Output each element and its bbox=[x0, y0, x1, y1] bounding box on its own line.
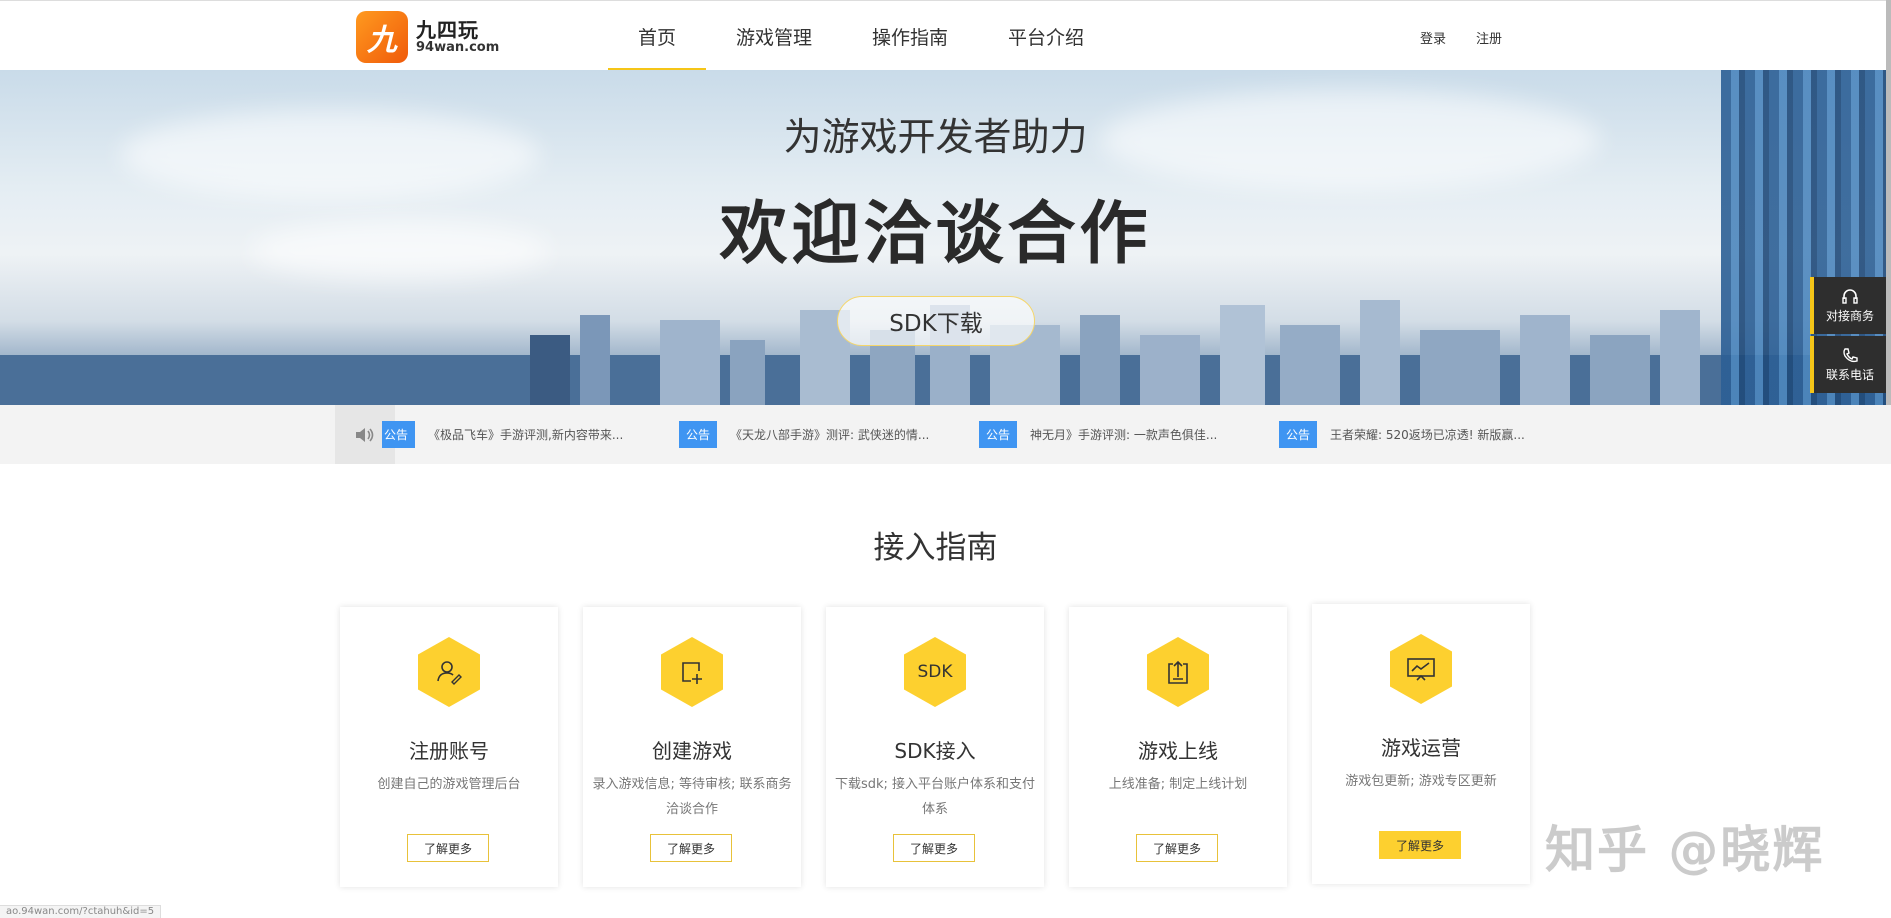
learn-more-button[interactable]: 了解更多 bbox=[893, 834, 975, 862]
sdk-icon: SDK bbox=[904, 637, 966, 707]
card-description: 游戏包更新; 游戏专区更新 bbox=[1345, 774, 1497, 789]
register-link[interactable]: 注册 bbox=[1476, 28, 1502, 47]
guide-cards: 注册账号 创建自己的游戏管理后台 了解更多 创建游戏 录入游戏信息; 等待审核;… bbox=[340, 604, 1530, 887]
notice-item[interactable]: 公告 《天龙八部手游》测评: 武侠迷的情... bbox=[679, 421, 929, 448]
user-edit-icon bbox=[418, 637, 480, 707]
card-title: 注册账号 bbox=[409, 739, 489, 763]
business-contact-label: 对接商务 bbox=[1825, 309, 1874, 323]
side-contact-panel: 对接商务 联系电话 bbox=[1810, 277, 1886, 395]
card-description: 上线准备; 制定上线计划 bbox=[1108, 777, 1248, 792]
guide-card-launch: 游戏上线 上线准备; 制定上线计划 了解更多 bbox=[1069, 607, 1287, 887]
logo-name-en: 94wan.com bbox=[416, 39, 500, 55]
hero-subtitle: 为游戏开发者助力 bbox=[783, 115, 1088, 159]
card-title: 游戏运营 bbox=[1381, 736, 1461, 760]
nav-item-game-management[interactable]: 游戏管理 bbox=[706, 1, 842, 71]
guide-card-sdk: SDK SDK接入 下载sdk; 接入平台账户体系和支付体系 了解更多 bbox=[826, 607, 1044, 887]
phone-contact-label: 联系电话 bbox=[1825, 368, 1874, 382]
guide-card-register: 注册账号 创建自己的游戏管理后台 了解更多 bbox=[340, 607, 558, 887]
page-scrollbar[interactable] bbox=[1886, 0, 1891, 418]
sdk-icon-text: SDK bbox=[917, 662, 953, 682]
notice-bar: 公告 《极品飞车》手游评测,新内容带来... 公告 《天龙八部手游》测评: 武侠… bbox=[0, 405, 1891, 464]
notice-text: 神无月》手游评测: 一款声色俱佳... bbox=[1030, 428, 1218, 442]
notice-tag: 公告 bbox=[1279, 421, 1318, 448]
top-header: 九 九四玩 94wan.com 首页 游戏管理 操作指南 平台介绍 登录 注册 bbox=[0, 0, 1891, 71]
notice-text: 《极品飞车》手游评测,新内容带来... bbox=[428, 428, 624, 442]
logo-mark: 九 bbox=[356, 11, 408, 63]
phone-contact-button[interactable]: 联系电话 bbox=[1810, 336, 1886, 393]
card-title: SDK接入 bbox=[894, 739, 976, 763]
guide-card-create-game: 创建游戏 录入游戏信息; 等待审核; 联系商务洽谈合作 了解更多 bbox=[583, 607, 801, 887]
learn-more-button[interactable]: 了解更多 bbox=[1379, 831, 1461, 859]
card-description: 下载sdk; 接入平台账户体系和支付体系 bbox=[834, 777, 1036, 817]
notice-text: 《天龙八部手游》测评: 武侠迷的情... bbox=[730, 428, 930, 442]
notice-item[interactable]: 公告 神无月》手游评测: 一款声色俱佳... bbox=[979, 421, 1217, 448]
nav-item-guide[interactable]: 操作指南 bbox=[842, 1, 978, 71]
hero-banner: 为游戏开发者助力 欢迎洽谈合作 SDK下载 bbox=[0, 70, 1891, 405]
sdk-download-button[interactable]: SDK下载 bbox=[837, 296, 1035, 346]
notice-tag: 公告 bbox=[679, 421, 718, 448]
add-square-icon bbox=[661, 637, 723, 707]
learn-more-button[interactable]: 了解更多 bbox=[407, 834, 489, 862]
learn-more-button[interactable]: 了解更多 bbox=[1136, 834, 1218, 862]
auth-links: 登录 注册 bbox=[1420, 28, 1502, 47]
card-description: 创建自己的游戏管理后台 bbox=[377, 777, 521, 792]
site-logo[interactable]: 九 九四玩 94wan.com bbox=[356, 11, 499, 63]
learn-more-button[interactable]: 了解更多 bbox=[650, 834, 732, 862]
headset-icon bbox=[1842, 289, 1858, 304]
notice-tag: 公告 bbox=[979, 421, 1018, 448]
nav-item-home[interactable]: 首页 bbox=[608, 1, 707, 71]
watermark-text: 知乎 @晓辉 bbox=[1545, 821, 1825, 879]
card-description: 录入游戏信息; 等待审核; 联系商务洽谈合作 bbox=[592, 777, 792, 817]
card-title: 创建游戏 bbox=[652, 739, 732, 763]
notice-item[interactable]: 公告 王者荣耀: 520返场已凉透! 新版赢... bbox=[1279, 421, 1525, 448]
guide-section-title: 接入指南 bbox=[873, 530, 998, 566]
login-link[interactable]: 登录 bbox=[1420, 28, 1446, 47]
notice-text: 王者荣耀: 520返场已凉透! 新版赢... bbox=[1330, 428, 1525, 442]
upload-doc-icon bbox=[1147, 637, 1209, 707]
nav-item-platform-intro[interactable]: 平台介绍 bbox=[978, 1, 1114, 71]
guide-card-operation: 游戏运营 游戏包更新; 游戏专区更新 了解更多 bbox=[1312, 604, 1530, 884]
presentation-icon bbox=[1390, 634, 1452, 704]
card-title: 游戏上线 bbox=[1138, 739, 1218, 763]
browser-status-url: ao.94wan.com/?ctahuh&id=5 bbox=[0, 905, 162, 918]
notice-tag: 公告 bbox=[382, 421, 416, 448]
logo-name-cn: 九四玩 bbox=[416, 17, 479, 42]
main-nav: 首页 游戏管理 操作指南 平台介绍 bbox=[608, 1, 1114, 71]
phone-icon bbox=[1843, 348, 1858, 363]
business-contact-button[interactable]: 对接商务 bbox=[1810, 277, 1886, 334]
notice-item[interactable]: 公告 《极品飞车》手游评测,新内容带来... bbox=[382, 421, 623, 448]
hero-title: 欢迎洽谈合作 bbox=[719, 195, 1152, 274]
